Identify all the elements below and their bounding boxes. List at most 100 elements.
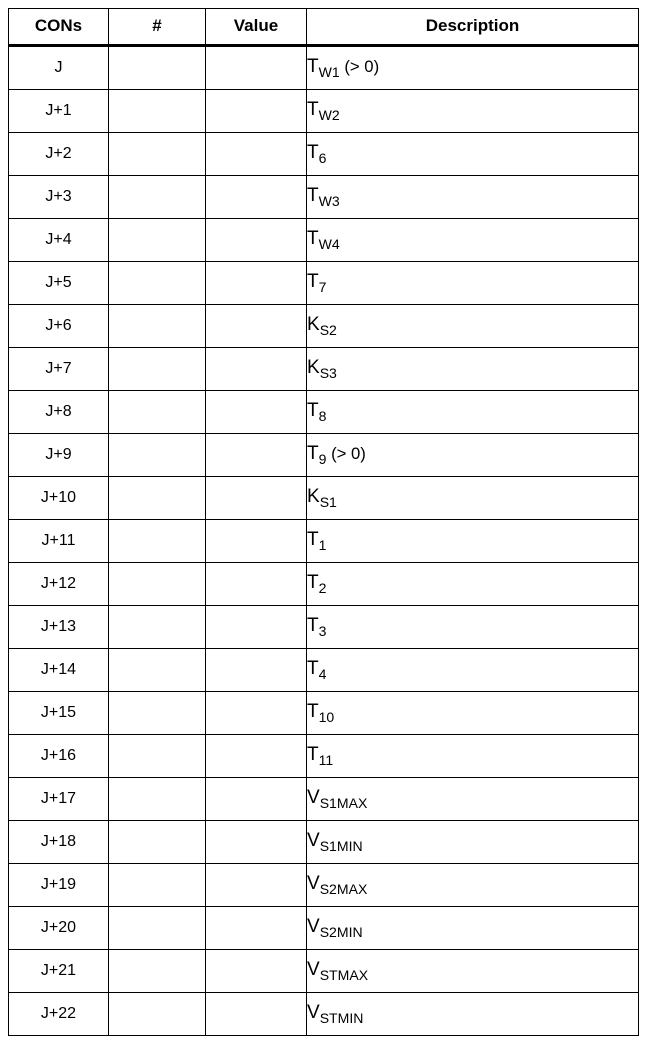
cell-description: T3 [306, 605, 639, 649]
cell-description: TW2 [306, 89, 639, 133]
symbol-subscript: 11 [318, 751, 334, 768]
symbol-subscript: W3 [318, 192, 340, 209]
symbol: TW4 [307, 229, 340, 251]
cell-number[interactable] [108, 519, 206, 563]
cell-value[interactable] [205, 132, 307, 176]
cell-value[interactable] [205, 44, 307, 90]
cell-number[interactable] [108, 347, 206, 391]
cell-number[interactable] [108, 949, 206, 993]
symbol-base: T [307, 271, 319, 293]
symbol-base: V [307, 873, 320, 895]
symbol: T10 [307, 702, 334, 724]
cell-cons: J+14 [8, 648, 109, 692]
cell-value[interactable] [205, 820, 307, 864]
cell-value[interactable] [205, 863, 307, 907]
symbol-subscript: W2 [318, 106, 340, 123]
cell-value[interactable] [205, 562, 307, 606]
symbol-subscript: 8 [318, 407, 327, 424]
cell-value[interactable] [205, 519, 307, 563]
cell-value[interactable] [205, 734, 307, 778]
cell-number[interactable] [108, 777, 206, 821]
cell-cons: J+19 [8, 863, 109, 907]
table-row: J+15 T10 [8, 691, 639, 735]
cell-number[interactable] [108, 562, 206, 606]
cell-value[interactable] [205, 433, 307, 477]
cell-value[interactable] [205, 605, 307, 649]
cell-number[interactable] [108, 820, 206, 864]
cell-value[interactable] [205, 476, 307, 520]
cell-number[interactable] [108, 218, 206, 262]
cell-number[interactable] [108, 390, 206, 434]
cell-value[interactable] [205, 648, 307, 692]
symbol-subscript: S3 [319, 364, 337, 381]
cell-description: KS2 [306, 304, 639, 348]
cell-number[interactable] [108, 691, 206, 735]
symbol-subscript: 9 [318, 450, 327, 467]
symbol: VSTMIN [307, 1003, 363, 1025]
cell-value[interactable] [205, 949, 307, 993]
cell-number[interactable] [108, 304, 206, 348]
cell-cons: J+7 [8, 347, 109, 391]
cell-number[interactable] [108, 863, 206, 907]
table-row: J+19 VS2MAX [8, 863, 639, 907]
symbol: VS1MIN [307, 831, 363, 853]
cell-cons: J+11 [8, 519, 109, 563]
cell-value[interactable] [205, 304, 307, 348]
table-row: J+7 KS3 [8, 347, 639, 391]
table-row: J+12 T2 [8, 562, 639, 606]
cell-value[interactable] [205, 691, 307, 735]
cell-value[interactable] [205, 347, 307, 391]
cell-value[interactable] [205, 175, 307, 219]
symbol: T3 [307, 616, 326, 638]
cell-value[interactable] [205, 777, 307, 821]
table-row: J+10 KS1 [8, 476, 639, 520]
symbol-subscript: 3 [318, 622, 327, 639]
symbol: KS2 [307, 315, 337, 337]
cell-description: VS2MIN [306, 906, 639, 950]
symbol-base: K [307, 486, 320, 508]
symbol: T1 [307, 530, 326, 552]
symbol: T4 [307, 659, 326, 681]
symbol: TW3 [307, 186, 340, 208]
cell-cons: J+15 [8, 691, 109, 735]
cell-number[interactable] [108, 89, 206, 133]
cell-number[interactable] [108, 605, 206, 649]
table-row: J+8 T8 [8, 390, 639, 434]
symbol: TW2 [307, 100, 340, 122]
cell-value[interactable] [205, 89, 307, 133]
cell-number[interactable] [108, 261, 206, 305]
table-row: J+22 VSTMIN [8, 992, 639, 1036]
cell-description: KS1 [306, 476, 639, 520]
cell-number[interactable] [108, 175, 206, 219]
cell-value[interactable] [205, 218, 307, 262]
symbol-subscript: S2MIN [319, 923, 363, 940]
symbol-subscript: S2MAX [319, 880, 368, 897]
cell-cons: J+2 [8, 132, 109, 176]
symbol: T7 [307, 271, 326, 294]
cell-number[interactable] [108, 734, 206, 778]
cell-number[interactable] [108, 44, 206, 90]
cell-cons: J+13 [8, 605, 109, 649]
table-row: J+3 TW3 [8, 175, 639, 219]
cell-value[interactable] [205, 390, 307, 434]
symbol: T9 (> 0) [307, 444, 366, 466]
cell-cons: J+16 [8, 734, 109, 778]
cell-value[interactable] [205, 906, 307, 950]
table-row: J+20 VS2MIN [8, 906, 639, 950]
cell-number[interactable] [108, 132, 206, 176]
cell-cons: J+5 [8, 261, 109, 305]
symbol-subscript: STMAX [319, 966, 369, 983]
cell-number[interactable] [108, 992, 206, 1036]
symbol: T2 [307, 573, 326, 595]
table-row: J+4 TW4 [8, 218, 639, 262]
column-header-cons: CONs [8, 8, 109, 46]
table-row: J+1 TW2 [8, 89, 639, 133]
cell-value[interactable] [205, 992, 307, 1036]
cell-number[interactable] [108, 648, 206, 692]
symbol-subscript: 1 [318, 536, 327, 553]
cell-number[interactable] [108, 906, 206, 950]
symbol-subscript: 2 [318, 579, 327, 596]
cell-number[interactable] [108, 433, 206, 477]
cell-number[interactable] [108, 476, 206, 520]
cell-value[interactable] [205, 261, 307, 305]
